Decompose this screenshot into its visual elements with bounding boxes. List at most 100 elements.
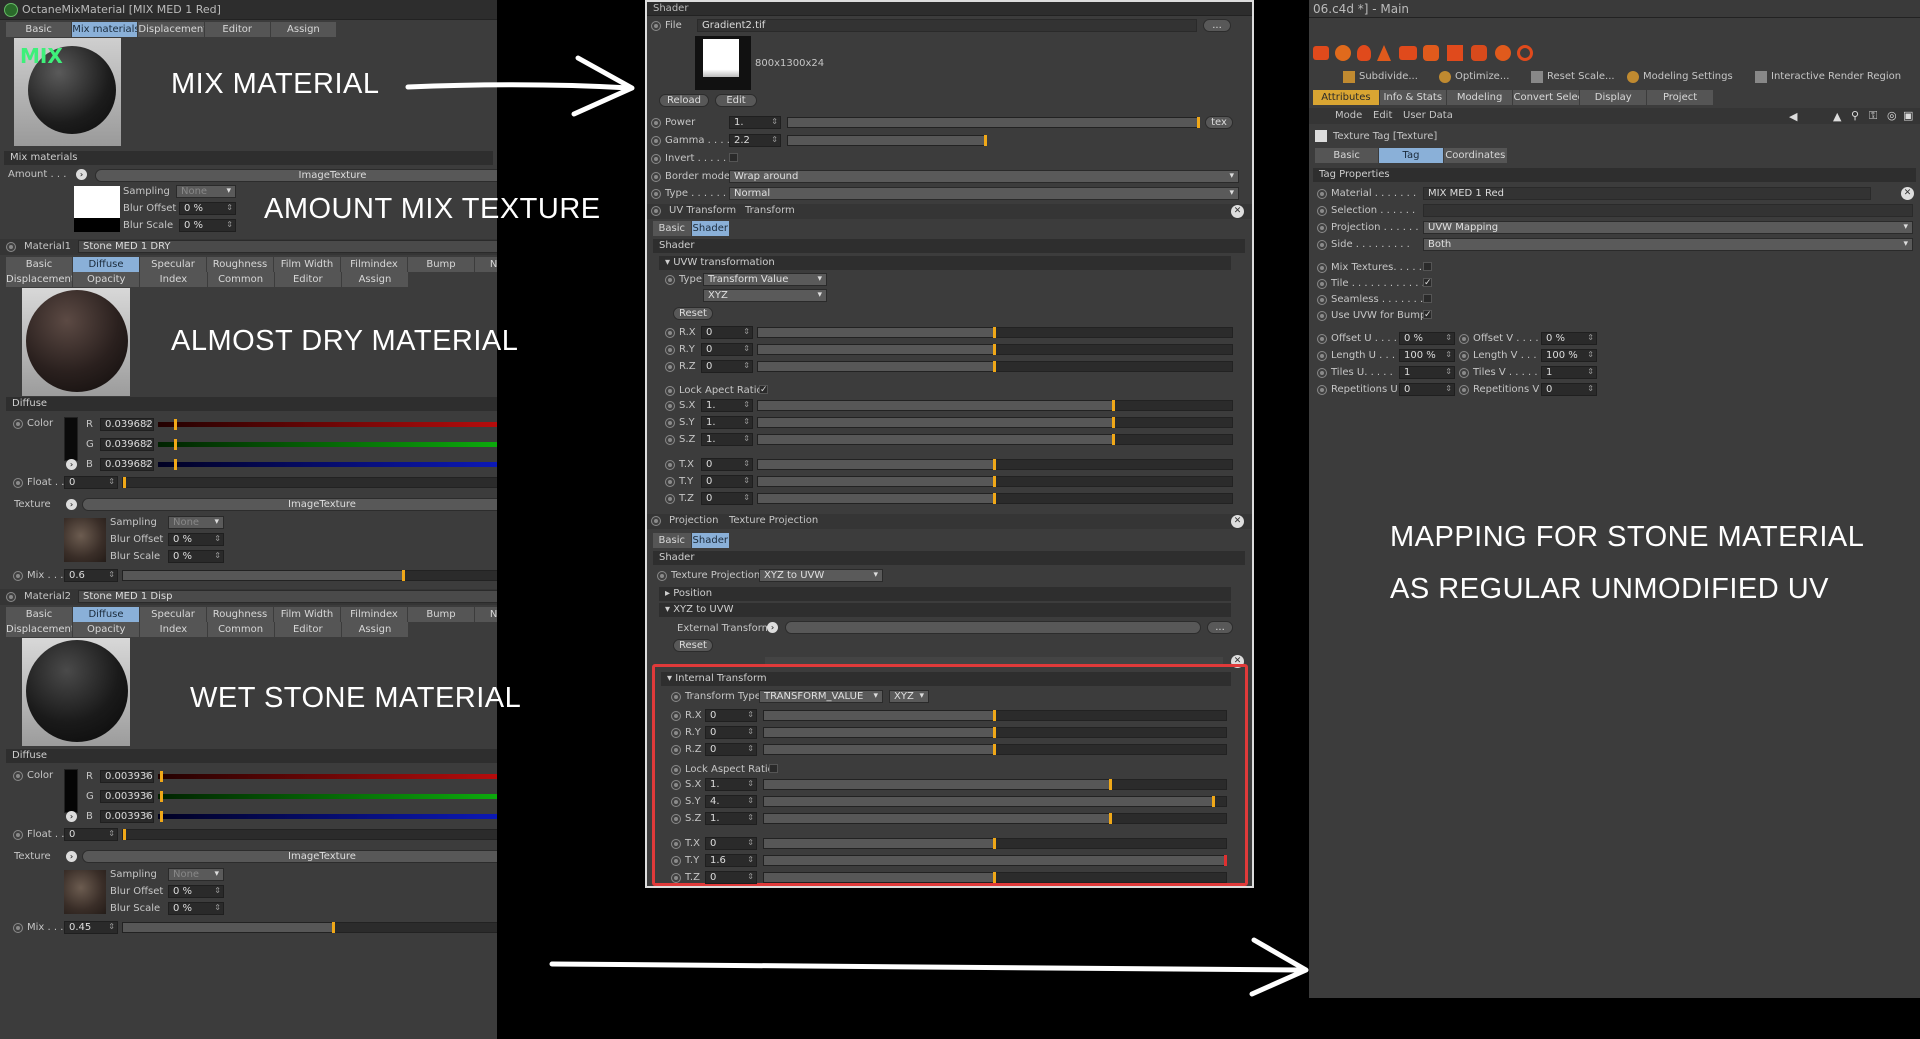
- projection-radio[interactable]: [651, 516, 661, 526]
- tab-mix-materials[interactable]: Mix materials: [72, 22, 138, 37]
- offset-v-field[interactable]: 0 %: [1541, 332, 1597, 345]
- tag-tab-coordinates[interactable]: Coordinates: [1443, 148, 1507, 163]
- use-uvw-checkbox[interactable]: ✓: [1423, 310, 1432, 320]
- tab-displacement[interactable]: Displacement: [138, 22, 204, 37]
- m2-tab-displacement[interactable]: Displacement: [6, 622, 73, 637]
- material1-link-field[interactable]: Stone MED 1 DRY: [78, 240, 497, 253]
- int-rot-radio-0[interactable]: [671, 711, 681, 721]
- tile-checkbox[interactable]: ✓: [1423, 278, 1432, 288]
- int-rot-radio-1[interactable]: [671, 728, 681, 738]
- m2-color-swatch[interactable]: [64, 769, 78, 813]
- m2-mix-radio[interactable]: [13, 923, 23, 933]
- modeling-settings-icon[interactable]: [1627, 71, 1639, 83]
- uvw-trans-field-0[interactable]: 0: [701, 458, 753, 471]
- m1-tab-displacement[interactable]: Displacement: [6, 272, 73, 287]
- light-icon[interactable]: [1423, 45, 1439, 61]
- m1-tab-bump[interactable]: Bump: [408, 257, 474, 272]
- menu-user-data[interactable]: User Data: [1403, 110, 1453, 121]
- position-group[interactable]: ▸ Position: [659, 587, 1231, 601]
- tiles-u-field[interactable]: 1: [1399, 366, 1455, 379]
- render-icon[interactable]: [1313, 46, 1329, 60]
- ring-icon[interactable]: [1517, 45, 1533, 61]
- uvw-reset-button[interactable]: Reset: [673, 307, 713, 320]
- new-window-icon[interactable]: ▣: [1903, 109, 1913, 122]
- m1-tab-specular[interactable]: Specular: [140, 257, 206, 272]
- m2-mix-field[interactable]: 0.45: [64, 921, 118, 934]
- subdivide-icon[interactable]: [1343, 71, 1355, 83]
- uvw-trans-slider-0[interactable]: [757, 459, 1233, 470]
- mix-textures-checkbox[interactable]: [1423, 262, 1432, 271]
- amount-sampling-select[interactable]: None: [176, 185, 236, 198]
- uvw-trans-field-2[interactable]: 0: [701, 492, 753, 505]
- m1-r-field[interactable]: 0.039682: [100, 418, 154, 431]
- m1-tab-common[interactable]: Common: [207, 272, 274, 287]
- power-tex-button[interactable]: tex: [1205, 116, 1233, 129]
- uvw-rot-field-1[interactable]: 0: [701, 343, 753, 356]
- uvw-scale-field-2[interactable]: 1.: [701, 433, 753, 446]
- uvw-scale-slider-1[interactable]: [757, 417, 1233, 428]
- gamma-radio[interactable]: [651, 136, 661, 146]
- m1-float-radio[interactable]: [13, 478, 23, 488]
- toolbar-optimize[interactable]: Optimize...: [1455, 71, 1509, 82]
- m2-tab-editor[interactable]: Editor: [274, 622, 341, 637]
- use-uvw-radio[interactable]: [1317, 311, 1327, 321]
- int-scale-radio-0[interactable]: [671, 780, 681, 790]
- m1-tab-opacity[interactable]: Opacity: [73, 272, 140, 287]
- toolbar-irr[interactable]: Interactive Render Region: [1771, 71, 1901, 82]
- amount-blur-offset-field[interactable]: 0 %: [179, 202, 236, 215]
- m2-tab-filmindex[interactable]: Filmindex: [341, 607, 407, 622]
- border-mode-select[interactable]: Wrap around: [729, 170, 1239, 183]
- int-rot-radio-2[interactable]: [671, 745, 681, 755]
- offset-u-field[interactable]: 0 %: [1399, 332, 1455, 345]
- material2-link-field[interactable]: Stone MED 1 Disp: [78, 590, 497, 603]
- m1-g-field[interactable]: 0.039682: [100, 438, 154, 451]
- tab-basic[interactable]: Basic: [6, 22, 72, 37]
- internal-order-select[interactable]: XYZ: [889, 690, 929, 703]
- tex-projection-select[interactable]: XYZ to UVW: [759, 569, 883, 582]
- int-scale-slider-0[interactable]: [763, 779, 1227, 790]
- projection-clear-icon[interactable]: ✕: [1231, 515, 1244, 528]
- material-radio[interactable]: [1317, 189, 1327, 199]
- m1-mix-field[interactable]: 0.6: [64, 569, 118, 582]
- m2-g-slider[interactable]: [158, 791, 497, 802]
- uvw-trans-radio-1[interactable]: [665, 477, 675, 487]
- gamma-slider[interactable]: [787, 135, 987, 146]
- tab-attributes[interactable]: Attributes: [1313, 90, 1379, 105]
- file-radio[interactable]: [651, 21, 661, 31]
- material-clear-icon[interactable]: ✕: [1901, 187, 1914, 200]
- uvw-scale-field-1[interactable]: 1.: [701, 416, 753, 429]
- m2-tab-opacity[interactable]: Opacity: [73, 622, 140, 637]
- tiles-v-radio[interactable]: [1459, 368, 1469, 378]
- int-trans-radio-0[interactable]: [671, 839, 681, 849]
- offset-v-radio[interactable]: [1459, 334, 1469, 344]
- toolbar-modeling-settings[interactable]: Modeling Settings: [1643, 71, 1733, 82]
- uvw-rot-slider-1[interactable]: [757, 344, 1233, 355]
- search-icon[interactable]: ⚲: [1851, 109, 1859, 122]
- menu-edit[interactable]: Edit: [1373, 110, 1392, 121]
- type-radio[interactable]: [651, 189, 661, 199]
- uvw-scale-radio-2[interactable]: [665, 435, 675, 445]
- lock-aspect-checkbox[interactable]: ✓: [759, 385, 768, 395]
- int-trans-radio-2[interactable]: [671, 873, 681, 883]
- m1-tab-index[interactable]: Index: [140, 272, 207, 287]
- m2-blur-offset-field[interactable]: 0 %: [168, 885, 224, 898]
- m2-float-slider[interactable]: [122, 829, 497, 840]
- m1-mix-radio[interactable]: [13, 571, 23, 581]
- int-scale-radio-2[interactable]: [671, 814, 681, 824]
- uvw-type-radio[interactable]: [665, 275, 675, 285]
- external-transform-link-icon[interactable]: ›: [767, 622, 778, 633]
- m1-tab-filmindex[interactable]: Filmindex: [341, 257, 407, 272]
- power-radio[interactable]: [651, 118, 661, 128]
- int-trans-field-1[interactable]: 1.6: [705, 854, 757, 867]
- menu-mode[interactable]: Mode: [1335, 110, 1362, 121]
- tab-project[interactable]: Project: [1647, 90, 1713, 105]
- back-arrow-icon[interactable]: ◀: [1789, 110, 1797, 123]
- length-u-field[interactable]: 100 %: [1399, 349, 1455, 362]
- int-rot-field-0[interactable]: 0: [705, 709, 757, 722]
- m1-color-radio[interactable]: [13, 419, 23, 429]
- m2-tab-basic[interactable]: Basic: [6, 607, 72, 622]
- irr-icon[interactable]: [1755, 71, 1767, 83]
- gear-icon[interactable]: [1335, 45, 1351, 61]
- reset-scale-icon[interactable]: [1531, 71, 1543, 83]
- reps-v-field[interactable]: 0: [1541, 383, 1597, 396]
